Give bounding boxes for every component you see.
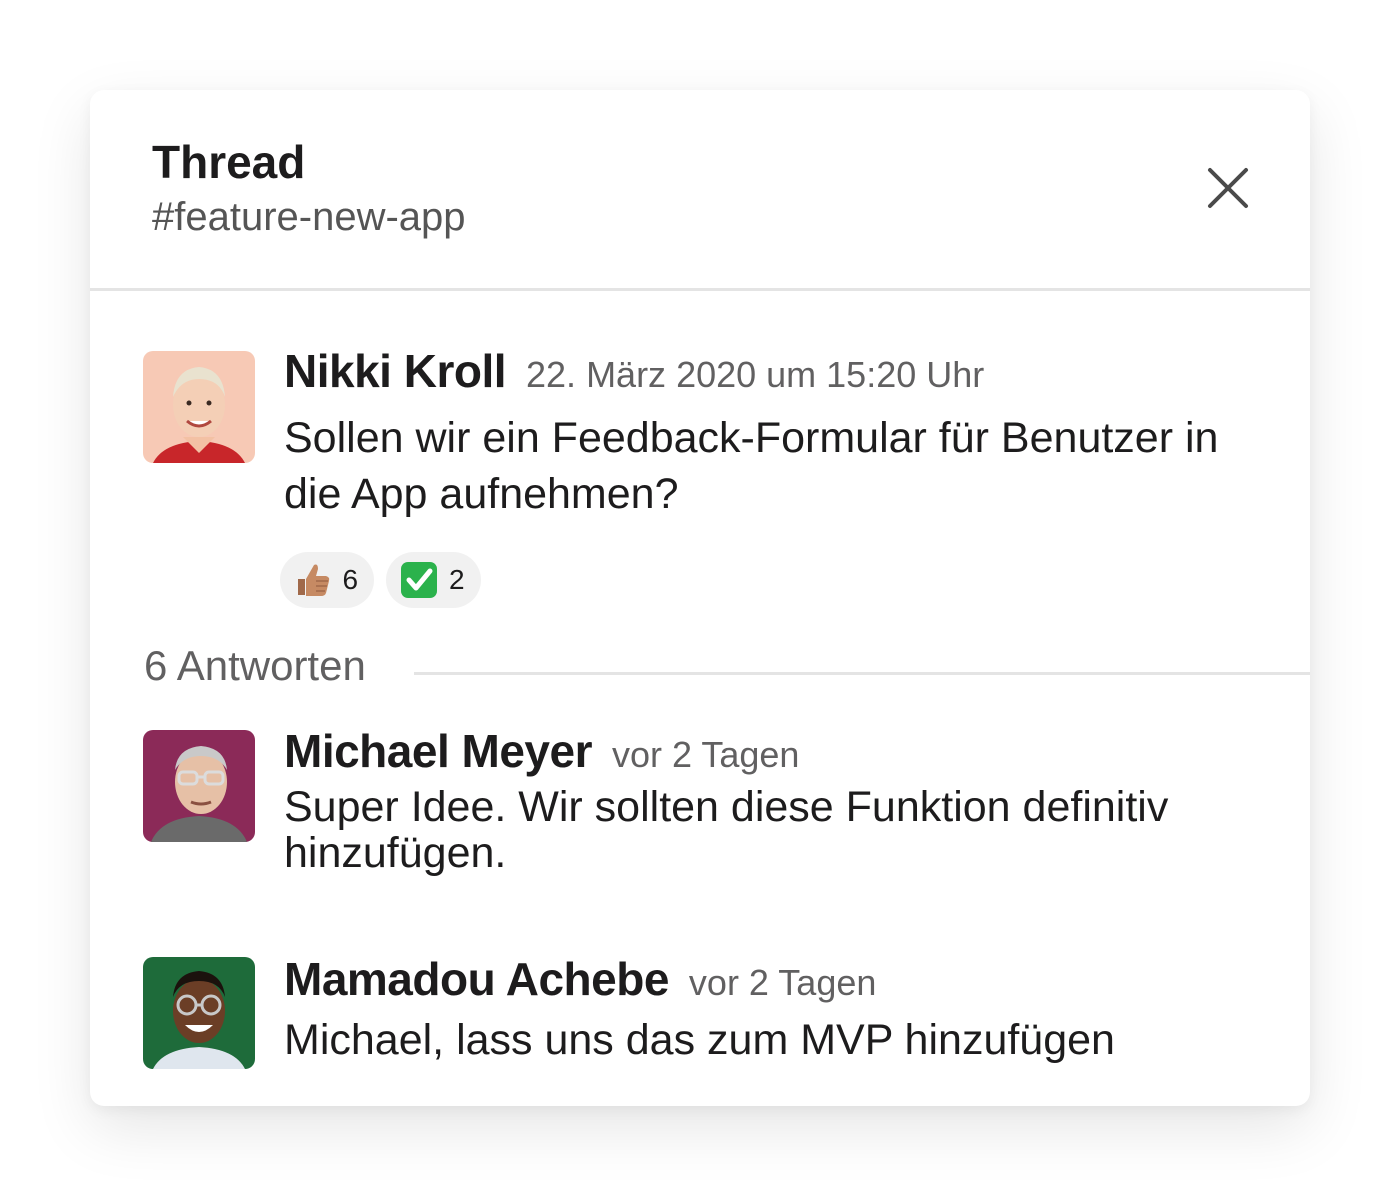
thread-title: Thread: [152, 136, 306, 188]
reaction-check-mark[interactable]: 2: [386, 552, 481, 608]
message-author[interactable]: Nikki Kroll: [284, 345, 507, 397]
message-author[interactable]: Michael Meyer: [284, 725, 592, 777]
message-text: Michael, lass uns das zum MVP hinzufügen: [284, 1016, 1115, 1064]
thread-header: Thread #feature-new-app: [90, 90, 1310, 291]
message-timestamp[interactable]: 22. März 2020 um 15:20 Uhr: [526, 354, 984, 395]
reaction-bar: 6 2: [280, 552, 489, 608]
thread-channel-name[interactable]: #feature-new-app: [152, 192, 466, 242]
avatar-mamadou-achebe[interactable]: [143, 957, 255, 1069]
reaction-count: 2: [448, 564, 465, 595]
reply-meta: Mamadou Achebe vor 2 Tagen: [284, 952, 876, 1006]
thread-panel: Thread #feature-new-app Nikki Kroll 22. …: [90, 90, 1310, 1106]
avatar-michael-meyer[interactable]: [143, 730, 255, 842]
stage: Thread #feature-new-app Nikki Kroll 22. …: [0, 0, 1400, 1196]
replies-divider: 6 Antworten: [144, 636, 1310, 696]
divider-line: [414, 672, 1310, 675]
message-timestamp[interactable]: vor 2 Tagen: [689, 962, 876, 1003]
message-timestamp[interactable]: vor 2 Tagen: [612, 734, 799, 775]
check-mark-icon: [401, 562, 438, 598]
avatar-nikki-kroll[interactable]: [143, 351, 255, 463]
message-author[interactable]: Mamadou Achebe: [284, 953, 669, 1005]
message-text: Super Idee. Wir sollten diese Funktion d…: [284, 783, 1169, 877]
reply-meta: Michael Meyer vor 2 Tagen: [284, 724, 799, 778]
reaction-thumbs-up[interactable]: 6: [280, 552, 375, 608]
thumbs-up-icon: [298, 564, 330, 596]
close-button[interactable]: [1196, 156, 1260, 220]
reaction-count: 6: [342, 564, 359, 595]
close-icon: [1208, 168, 1248, 208]
message-text: Sollen wir ein Feedback-Formular für Ben…: [284, 414, 1219, 518]
replies-count-label: 6 Antworten: [144, 640, 402, 692]
parent-message-meta: Nikki Kroll 22. März 2020 um 15:20 Uhr: [284, 344, 984, 398]
